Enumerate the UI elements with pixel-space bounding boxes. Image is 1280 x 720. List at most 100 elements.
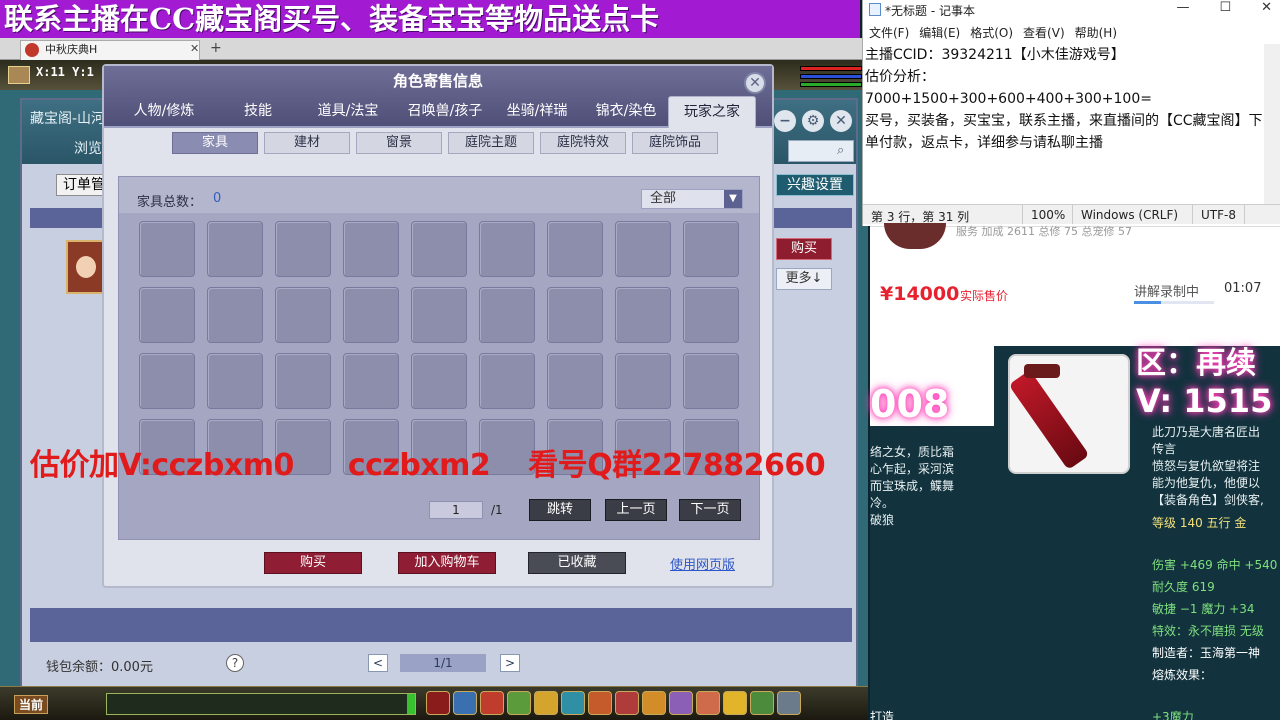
close-icon[interactable]: ✕ <box>1261 0 1272 15</box>
furniture-slot[interactable] <box>207 353 263 409</box>
furniture-slot[interactable] <box>139 287 195 343</box>
maximize-icon[interactable]: ☐ <box>1219 0 1231 15</box>
tab-player-home[interactable]: 玩家之家 <box>668 96 756 128</box>
furniture-slot[interactable] <box>615 221 671 277</box>
favorited-button[interactable]: 已收藏 <box>528 552 626 574</box>
furniture-slot[interactable] <box>343 221 399 277</box>
subtab-yard-decor[interactable]: 庭院饰品 <box>632 132 718 154</box>
promo-banner-text: 联系主播在CC藏宝阁买号、装备宝宝等物品送点卡 <box>4 2 660 36</box>
furniture-slot[interactable] <box>411 287 467 343</box>
minimap-icon[interactable] <box>8 66 30 84</box>
live-product-card[interactable]: 服务 加成 2611 总修 75 总宠修 57 ¥14000 实际售价 讲解录制… <box>870 223 1280 326</box>
store-prev-page-button[interactable]: < <box>368 654 388 672</box>
store-more-button[interactable]: 更多↓ <box>776 268 832 290</box>
furniture-slot[interactable] <box>479 287 535 343</box>
skill-icon[interactable] <box>669 691 693 715</box>
furniture-slot[interactable] <box>343 287 399 343</box>
close-icon[interactable]: ✕ <box>830 110 852 132</box>
furniture-slot[interactable] <box>479 353 535 409</box>
furniture-slot[interactable] <box>683 221 739 277</box>
store-nav-browse[interactable]: 浏览 <box>74 138 102 158</box>
furniture-slot[interactable] <box>547 287 603 343</box>
subtab-window-view[interactable]: 窗景 <box>356 132 442 154</box>
jump-page-button[interactable]: 跳转 <box>529 499 591 521</box>
furniture-slot[interactable] <box>615 353 671 409</box>
store-buy-button[interactable]: 购买 <box>776 238 832 260</box>
close-tab-icon[interactable]: ✕ <box>190 42 199 55</box>
chevron-down-icon[interactable]: ▼ <box>724 190 742 208</box>
subtab-furniture[interactable]: 家具 <box>172 132 258 154</box>
sword-icon[interactable] <box>453 691 477 715</box>
guild-icon[interactable] <box>588 691 612 715</box>
settings-icon[interactable]: ⚙ <box>802 110 824 132</box>
furniture-slot[interactable] <box>615 287 671 343</box>
prev-page-button[interactable]: 上一页 <box>605 499 667 521</box>
furniture-slot[interactable] <box>275 287 331 343</box>
tab-character[interactable]: 人物/修炼 <box>108 96 220 128</box>
menu-format[interactable]: 格式(O) <box>970 24 1013 41</box>
furniture-slot[interactable] <box>547 353 603 409</box>
emote-icon[interactable] <box>723 691 747 715</box>
next-page-button[interactable]: 下一页 <box>679 499 741 521</box>
subtab-yard-theme[interactable]: 庭院主题 <box>448 132 534 154</box>
team-icon[interactable] <box>561 691 585 715</box>
buy-button[interactable]: 购买 <box>264 552 362 574</box>
furniture-slot[interactable] <box>207 287 263 343</box>
furniture-slot[interactable] <box>411 221 467 277</box>
minimize-icon[interactable]: − <box>774 110 796 132</box>
add-tab-icon[interactable]: + <box>210 40 222 56</box>
hp-bar <box>800 66 862 71</box>
item-forge: 打造 <box>870 710 895 720</box>
furniture-slot[interactable] <box>411 353 467 409</box>
region-text: 区：再续 <box>1136 346 1256 381</box>
search-icon[interactable]: ⌕ <box>837 143 844 158</box>
tab-outfits[interactable]: 锦衣/染色 <box>584 96 668 128</box>
client-tab[interactable]: 中秋庆典H <box>20 40 200 60</box>
furniture-slot[interactable] <box>275 221 331 277</box>
subtab-materials[interactable]: 建材 <box>264 132 350 154</box>
minimize-icon[interactable]: — <box>1176 0 1189 15</box>
category-filter-select[interactable]: 全部 ▼ <box>641 189 743 209</box>
tab-mounts[interactable]: 坐骑/祥瑞 <box>490 96 584 128</box>
furniture-slot[interactable] <box>547 221 603 277</box>
tab-summons[interactable]: 召唤兽/孩子 <box>400 96 490 128</box>
bag-icon[interactable] <box>534 691 558 715</box>
close-icon[interactable]: ✕ <box>744 72 766 94</box>
shop-icon[interactable] <box>642 691 666 715</box>
friend-icon[interactable] <box>750 691 774 715</box>
chat-channel-current[interactable]: 当前 <box>14 695 49 714</box>
furniture-slot[interactable] <box>683 287 739 343</box>
gift-icon[interactable] <box>480 691 504 715</box>
store-search-input[interactable]: ⌕ <box>788 140 854 162</box>
pet-icon[interactable] <box>426 691 450 715</box>
page-number-input[interactable]: 1 <box>429 501 483 519</box>
scroll-icon[interactable] <box>507 691 531 715</box>
furniture-slot[interactable] <box>343 353 399 409</box>
menu-edit[interactable]: 编辑(E) <box>919 24 960 41</box>
mail-icon[interactable] <box>615 691 639 715</box>
subtab-yard-effects[interactable]: 庭院特效 <box>540 132 626 154</box>
quest-icon[interactable] <box>696 691 720 715</box>
menu-help[interactable]: 帮助(H) <box>1075 24 1117 41</box>
chat-input[interactable] <box>106 693 416 715</box>
furniture-slot[interactable] <box>479 221 535 277</box>
character-avatar[interactable] <box>66 240 106 294</box>
help-icon[interactable]: ? <box>226 654 244 672</box>
furniture-slot[interactable] <box>139 353 195 409</box>
notepad-scrollbar[interactable] <box>1264 44 1280 204</box>
notepad-text-area[interactable]: 主播CCID：39324211【小木佳游戏号】 估价分析： 7000+1500+… <box>865 44 1265 154</box>
furniture-slot[interactable] <box>683 353 739 409</box>
web-version-link[interactable]: 使用网页版 <box>670 554 735 573</box>
furniture-slot[interactable] <box>139 221 195 277</box>
store-next-page-button[interactable]: > <box>500 654 520 672</box>
furniture-slot[interactable] <box>207 221 263 277</box>
interest-settings-button[interactable]: 兴趣设置 <box>776 174 854 196</box>
menu-file[interactable]: 文件(F) <box>869 24 909 41</box>
menu-view[interactable]: 查看(V) <box>1023 24 1065 41</box>
tab-skills[interactable]: 技能 <box>220 96 296 128</box>
system-icon[interactable] <box>777 691 801 715</box>
furniture-slot[interactable] <box>275 353 331 409</box>
tab-items[interactable]: 道具/法宝 <box>296 96 400 128</box>
overlay-valuation-contact: 估价加V:cczbxm0 <box>30 448 294 483</box>
add-to-cart-button[interactable]: 加入购物车 <box>398 552 496 574</box>
